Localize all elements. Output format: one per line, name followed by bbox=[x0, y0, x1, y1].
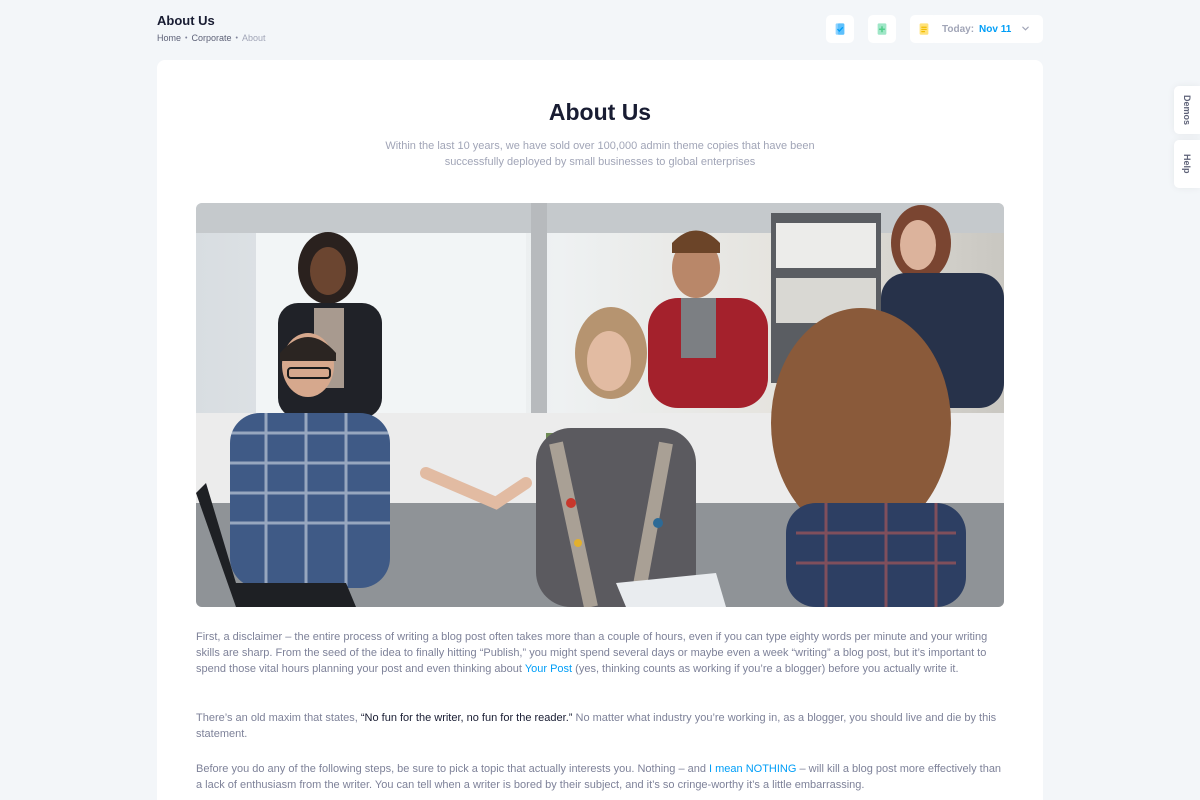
breadcrumb-item-home[interactable]: Home bbox=[157, 33, 181, 43]
i-mean-nothing-link[interactable]: I mean NOTHING bbox=[709, 763, 796, 775]
toolbar-actions bbox=[826, 15, 938, 43]
breadcrumb-separator: • bbox=[185, 34, 188, 42]
file-add-button[interactable] bbox=[868, 15, 896, 43]
maxim-quote: “No fun for the writer, no fun for the r… bbox=[360, 712, 573, 724]
team-meeting-photo bbox=[196, 203, 1004, 607]
paragraph-2-text-start: There’s an old maxim that states, bbox=[196, 712, 361, 724]
date-label: Today: bbox=[942, 23, 975, 35]
about-heading: About Us bbox=[548, 99, 652, 125]
page-title: About Us bbox=[157, 13, 215, 28]
date-value: Nov 11 bbox=[979, 23, 1012, 35]
breadcrumb-separator: • bbox=[235, 34, 238, 42]
breadcrumb: Home • Corporate • About bbox=[157, 33, 265, 43]
chevron-down-icon bbox=[1022, 26, 1029, 31]
paragraph-1: First, a disclaimer – the entire process… bbox=[196, 629, 1004, 677]
notes-icon bbox=[919, 23, 929, 35]
paragraph-3-text-start: Before you do any of the following steps… bbox=[196, 763, 710, 775]
paragraph-1-text-end: (yes, thinking counts as working if you’… bbox=[572, 663, 959, 675]
paragraph-2: There’s an old maxim that states, “No fu… bbox=[196, 710, 1004, 742]
breadcrumb-item-corporate[interactable]: Corporate bbox=[191, 33, 231, 43]
help-tab-label: Help bbox=[1182, 154, 1192, 174]
breadcrumb-item-about: About bbox=[241, 33, 266, 43]
top-toolbar: About Us Home • Corporate • About Today:… bbox=[0, 0, 1200, 60]
date-range-picker[interactable]: Today: Nov 11 bbox=[930, 15, 1043, 43]
file-check-icon bbox=[835, 23, 845, 35]
help-tab[interactable]: Help bbox=[1174, 140, 1200, 188]
file-add-icon bbox=[877, 23, 887, 35]
your-post-link[interactable]: Your Post bbox=[525, 663, 572, 675]
paragraph-3: Before you do any of the following steps… bbox=[196, 761, 1004, 793]
about-subtitle: Within the last 10 years, we have sold o… bbox=[385, 140, 815, 168]
file-check-button[interactable] bbox=[826, 15, 854, 43]
